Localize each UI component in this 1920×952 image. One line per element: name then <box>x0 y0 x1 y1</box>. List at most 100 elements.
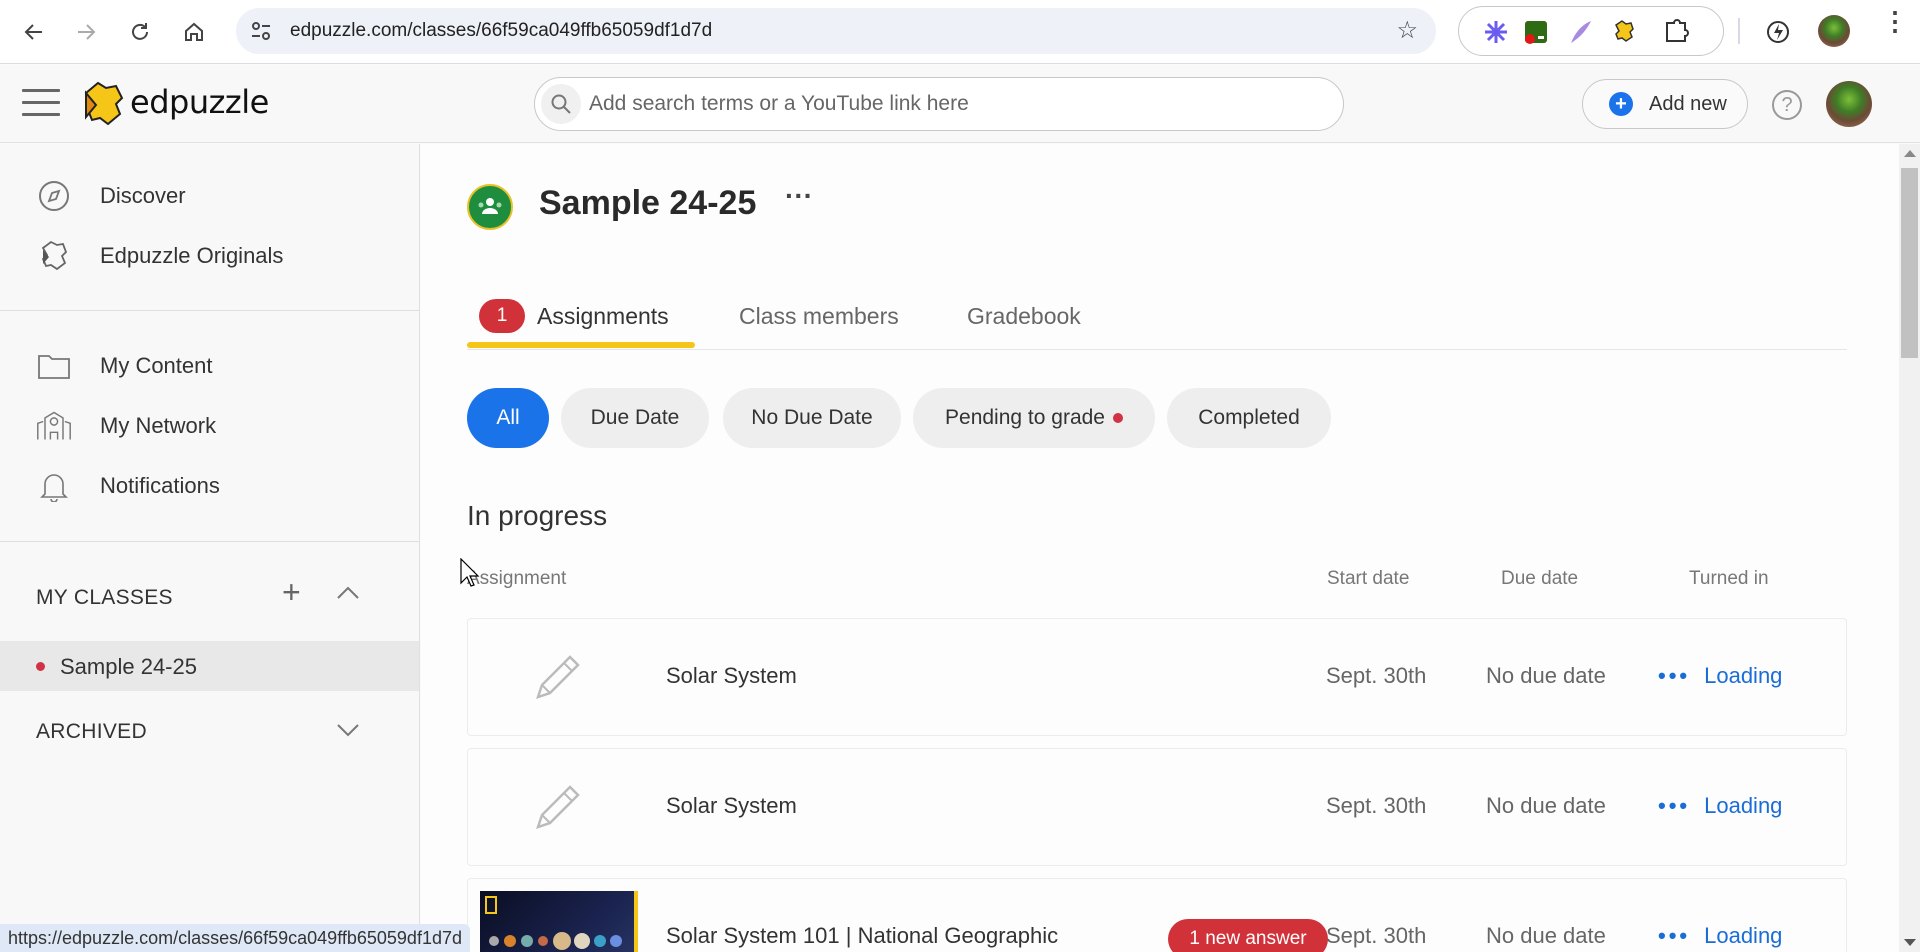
filter-no-due-date[interactable]: No Due Date <box>723 388 901 448</box>
pending-dot <box>1112 413 1123 423</box>
address-bar[interactable]: edpuzzle.com/classes/66f59ca049ffb65059d… <box>236 8 1436 54</box>
scroll-down-arrow-icon[interactable] <box>1904 939 1916 946</box>
scroll-up-arrow-icon[interactable] <box>1904 150 1916 157</box>
edpuzzle-extension-icon[interactable] <box>1611 19 1637 45</box>
new-answer-badge[interactable]: 1 new answer <box>1168 919 1328 952</box>
brand-name[interactable]: edpuzzle <box>130 83 269 121</box>
home-icon <box>185 22 203 41</box>
sidebar-item-edpuzzle-originals[interactable]: Edpuzzle Originals <box>0 230 419 282</box>
assignment-title[interactable]: Solar System 101 | National Geographic <box>666 923 1058 949</box>
browser-profile-avatar[interactable] <box>1818 15 1850 47</box>
tab-gradebook[interactable]: Gradebook <box>967 284 1081 348</box>
active-tab-indicator <box>467 342 695 348</box>
screen-recorder-extension-icon[interactable] <box>1523 19 1549 45</box>
start-date: Sept. 30th <box>1326 793 1427 818</box>
add-class-icon[interactable]: + <box>282 574 301 611</box>
filter-pending-to-grade[interactable]: Pending to grade <box>913 388 1155 448</box>
arrow-left-icon <box>24 24 42 40</box>
user-avatar[interactable] <box>1826 81 1872 127</box>
video-thumbnail[interactable] <box>480 891 638 952</box>
extensions-group <box>1458 6 1724 56</box>
browser-menu-icon[interactable]: ⋮ <box>1882 8 1908 34</box>
school-building-icon <box>36 408 72 444</box>
scrollbar-thumb[interactable] <box>1901 168 1918 358</box>
assignment-row[interactable]: Solar System Sept. 30th No due date ••• L… <box>467 748 1847 866</box>
loading-label: Loading <box>1704 793 1783 818</box>
column-header-turned-in: Turned in <box>1689 568 1769 589</box>
due-date: No due date <box>1486 793 1606 818</box>
assignment-title[interactable]: Solar System <box>666 663 797 689</box>
back-button[interactable] <box>16 14 52 50</box>
toolbar-divider <box>1738 18 1740 44</box>
sidebar-item-notifications[interactable]: Notifications <box>0 460 419 512</box>
vertical-scrollbar[interactable] <box>1899 144 1920 952</box>
edpuzzle-puzzle-icon <box>36 238 72 274</box>
arrow-right-icon <box>78 24 96 40</box>
chevron-down-icon[interactable] <box>336 722 360 738</box>
loading-label: Loading <box>1704 923 1783 948</box>
chevron-up-icon[interactable] <box>336 584 360 600</box>
column-header-assignment: Assignment <box>467 568 567 589</box>
start-date: Sept. 30th <box>1326 663 1427 688</box>
folder-icon <box>36 348 72 384</box>
filter-completed[interactable]: Completed <box>1167 388 1331 448</box>
loading-dots-icon: ••• <box>1658 923 1691 948</box>
assignments-count-badge: 1 <box>479 299 525 333</box>
class-name: Sample 24-25 <box>60 654 197 679</box>
tab-assignments[interactable]: 1 Assignments <box>479 284 669 348</box>
tab-bar: 1 Assignments Class members Gradebook <box>467 284 1847 350</box>
bell-icon <box>36 468 72 504</box>
sidebar: Discover Edpuzzle Originals My Content M… <box>0 144 420 952</box>
google-classroom-icon <box>467 184 513 230</box>
my-classes-heading: MY CLASSES <box>36 586 173 609</box>
filter-label: Pending to grade <box>945 406 1105 429</box>
compass-icon <box>36 178 72 214</box>
search-bar <box>534 77 1344 131</box>
tab-class-members[interactable]: Class members <box>739 284 899 348</box>
bookmark-star-icon[interactable]: ☆ <box>1396 16 1418 45</box>
column-header-start-date[interactable]: Start date <box>1327 568 1409 590</box>
archived-heading[interactable]: ARCHIVED <box>36 720 147 744</box>
column-header-due-date[interactable]: Due date <box>1501 568 1578 590</box>
extensions-puzzle-icon[interactable] <box>1663 19 1689 45</box>
assignment-title[interactable]: Solar System <box>666 793 797 819</box>
app-header: edpuzzle + Add new ? <box>0 65 1920 143</box>
filter-all[interactable]: All <box>467 388 549 448</box>
filter-due-date[interactable]: Due Date <box>561 388 709 448</box>
sidebar-item-label: Edpuzzle Originals <box>100 243 284 268</box>
loading-dots-icon: ••• <box>1658 663 1691 688</box>
pencil-icon <box>536 785 580 829</box>
loading-label: Loading <box>1704 663 1783 688</box>
performance-leaf-icon[interactable] <box>1764 18 1792 46</box>
sidebar-item-discover[interactable]: Discover <box>0 170 419 222</box>
help-icon[interactable]: ? <box>1772 90 1802 120</box>
sidebar-class-sample-24-25[interactable]: Sample 24-25 <box>0 641 419 691</box>
section-title: In progress <box>467 500 608 531</box>
sidebar-item-label: Notifications <box>100 473 220 498</box>
assignment-row[interactable]: Solar System Sept. 30th No due date ••• L… <box>467 618 1847 736</box>
more-options-icon[interactable]: ··· <box>785 180 813 212</box>
sidebar-item-my-network[interactable]: My Network <box>0 400 419 452</box>
site-settings-icon[interactable] <box>250 20 272 42</box>
sidebar-item-label: My Network <box>100 413 217 438</box>
start-date: Sept. 30th <box>1326 923 1427 948</box>
tab-label: Gradebook <box>967 302 1081 329</box>
add-new-button[interactable]: + Add new <box>1582 79 1748 129</box>
asterisk-extension-icon[interactable] <box>1483 19 1509 45</box>
search-input[interactable] <box>589 90 1309 118</box>
mouse-cursor-icon <box>460 558 480 587</box>
solar-system-planets-image <box>485 896 622 950</box>
url-text[interactable]: edpuzzle.com/classes/66f59ca049ffb65059d… <box>290 20 712 42</box>
sidebar-divider <box>0 541 419 542</box>
forward-button[interactable] <box>68 14 104 50</box>
home-button[interactable] <box>176 14 212 50</box>
quill-extension-icon[interactable] <box>1567 19 1593 45</box>
edpuzzle-logo-icon[interactable] <box>82 79 126 129</box>
hamburger-menu-icon[interactable] <box>22 89 60 119</box>
search-icon[interactable] <box>541 84 581 124</box>
add-new-label: Add new <box>1649 92 1727 115</box>
browser-toolbar: edpuzzle.com/classes/66f59ca049ffb65059d… <box>0 0 1920 64</box>
sidebar-item-my-content[interactable]: My Content <box>0 340 419 392</box>
assignment-row[interactable]: Solar System 101 | National Geographic 1… <box>467 878 1847 952</box>
reload-button[interactable] <box>122 14 158 50</box>
